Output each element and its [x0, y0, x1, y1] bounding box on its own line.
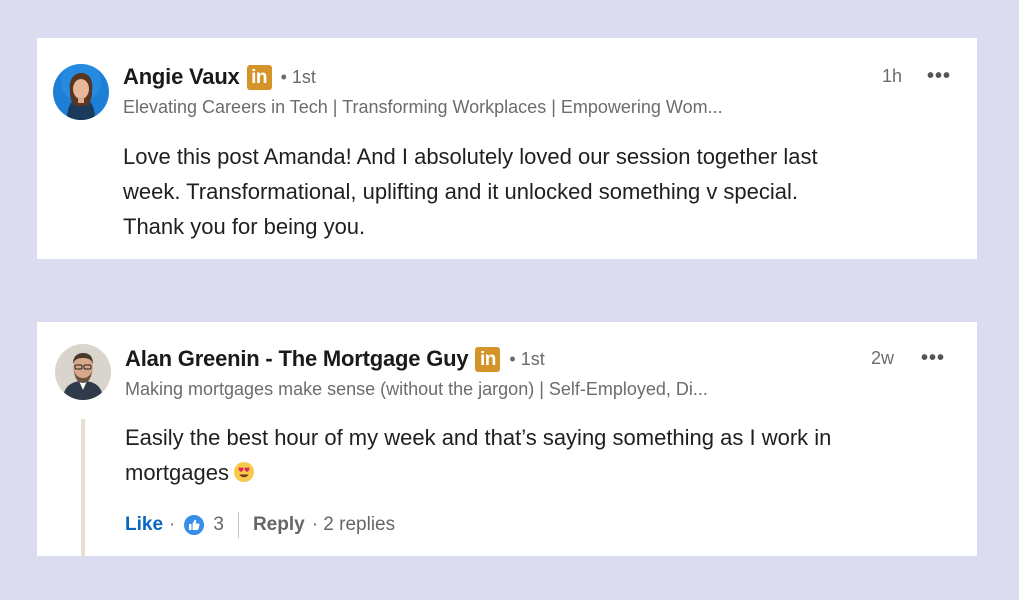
timestamp: 1h — [882, 66, 903, 86]
author-row: Alan Greenin - The Mortgage Guy in • 1st — [125, 346, 545, 372]
heart-eyes-emoji-icon — [233, 458, 255, 482]
replies-count[interactable]: · 2 replies — [312, 514, 395, 536]
comment-line: Love this post Amanda! And I absolutely … — [123, 144, 818, 169]
comment-line: Easily the best hour of my week and that… — [125, 425, 832, 450]
separator-dot: · — [169, 514, 176, 535]
action-divider — [237, 512, 239, 538]
connection-degree: • 1st — [280, 66, 316, 87]
author-headline: Elevating Careers in Tech | Transforming… — [123, 97, 723, 117]
comment-line: mortgages — [125, 455, 831, 490]
reaction-count[interactable]: 3 — [213, 514, 224, 536]
more-options-icon[interactable]: ••• — [927, 66, 951, 86]
more-options-icon[interactable]: ••• — [921, 348, 945, 368]
timestamp: 2w — [871, 348, 895, 368]
author-name[interactable]: Angie Vaux — [123, 64, 240, 90]
author-name[interactable]: Alan Greenin - The Mortgage Guy — [125, 346, 469, 372]
avatar[interactable] — [55, 344, 111, 400]
author-row: Angie Vaux in • 1st — [123, 64, 316, 90]
thread-line — [81, 419, 85, 556]
author-headline: Making mortgages make sense (without the… — [125, 379, 708, 399]
comment-line: Thank you for being you. — [123, 214, 366, 239]
like-button[interactable]: Like — [125, 514, 163, 536]
comment-text: Easily the best hour of my week and that… — [125, 420, 831, 490]
connection-degree: • 1st — [509, 348, 545, 369]
thumbs-up-icon[interactable] — [183, 514, 206, 536]
comment-line-text: mortgages — [125, 460, 229, 485]
comment-line: week. Transformational, uplifting and it… — [123, 179, 799, 204]
reply-button[interactable]: Reply — [253, 514, 305, 536]
comment-card: Alan Greenin - The Mortgage Guy in • 1st… — [37, 322, 977, 556]
comment-text: Love this post Amanda! And I absolutely … — [123, 139, 818, 244]
avatar[interactable] — [53, 64, 109, 120]
linkedin-in-icon: in — [246, 64, 272, 90]
comment-actions: Like · 3 Reply · 2 replies — [125, 512, 395, 538]
linkedin-in-icon: in — [475, 346, 501, 372]
comment-card: Angie Vaux in • 1st Elevating Careers in… — [37, 38, 977, 259]
